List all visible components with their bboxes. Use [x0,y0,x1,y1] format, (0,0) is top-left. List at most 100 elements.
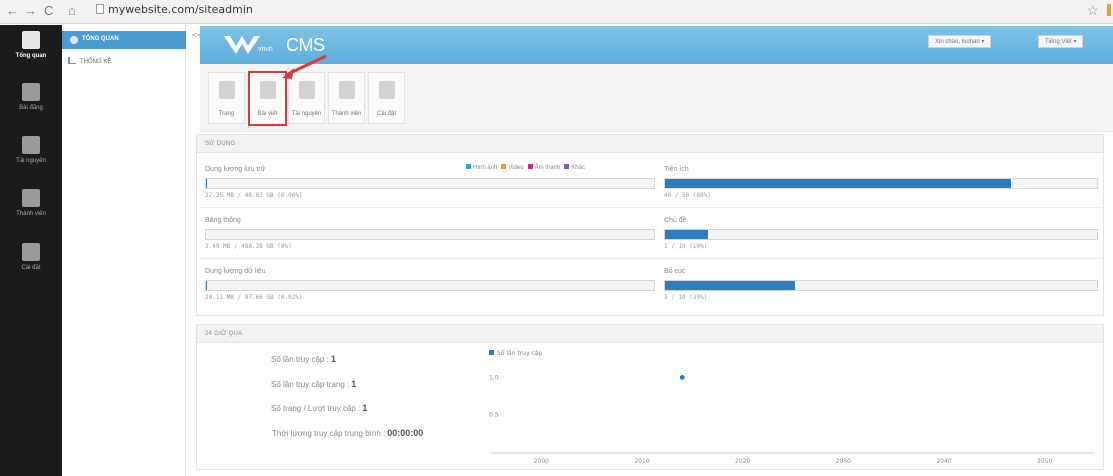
members-icon [22,189,40,207]
usage-progress-bar [205,229,655,240]
sub-sidebar-item-overview[interactable]: TỔNG QUAN [62,31,186,49]
sidebar-item-4[interactable]: Thành viên [0,189,62,217]
row-divider [199,207,661,208]
sidebar-item-label: Bài đăng [19,105,43,111]
row-divider [658,207,1104,208]
page-icon [96,4,104,14]
legend-label: Khác [571,165,585,171]
usage-progress-bar [664,229,1098,240]
stat-item: Thời lượng truy cập trung bình :00:00:00 [272,428,423,438]
reload-icon[interactable]: C [44,3,53,18]
sidebar-item-1[interactable]: Tổng quan [0,31,62,59]
back-icon[interactable]: ← [6,3,19,18]
x-tick-label: 2050 [1037,458,1052,465]
stat-label: Số lần truy cập : [271,355,329,364]
usage-panel-title: SỬ DỤNG [197,135,1103,153]
usage-row-value: 32.25 MB / 48.83 GB (0.06%) [205,192,303,199]
browser-toolbar: ← → C ⌂ mywebsite.com/siteadmin ☆ [0,0,1113,24]
usage-row-value: 40 / 50 (80%) [664,192,711,199]
usage-progress-bar [664,280,1098,291]
toolbar-button-1[interactable]: Trang [208,72,245,124]
legend-label: Hình ảnh [473,165,498,171]
sub-sidebar: TỔNG QUAN THỐNG KÊ [62,25,186,476]
user-menu-button[interactable]: Xin chào, loohan ▾ [928,35,992,48]
stat-label: Số lần truy cập trang : [271,380,350,389]
legend-swatch [527,164,533,169]
address-bar[interactable]: mywebsite.com/siteadmin [96,3,253,16]
row-divider [199,258,661,259]
toolbar-button-5[interactable]: Cài đặt [368,72,405,124]
legend-swatch [489,350,494,355]
red-arrow-annotation [282,54,327,79]
sidebar-item-5[interactable]: Cài đặt [0,243,62,271]
forward-icon[interactable]: → [24,3,37,18]
pencil-icon [259,81,276,99]
members-icon [338,81,355,99]
sub-sidebar-item-statistics[interactable]: THỐNG KÊ [68,57,111,65]
media-icon [298,81,315,99]
usage-row-value: 1 / 10 (10%) [664,243,708,250]
y-tick-label: 1.0 [489,374,499,381]
usage-row-label: Chủ đề [664,217,687,224]
toolbar-button-4[interactable]: Thành viên [328,72,365,124]
stat-value: 1 [362,403,368,413]
legend-swatch [466,164,471,169]
usage-legend: Hình ảnh Video Âm thanh Khác [462,164,585,171]
url-text: mywebsite.com/siteadmin [108,3,253,16]
legend-swatch [501,164,507,169]
media-icon [22,136,40,154]
sidebar-item-3[interactable]: Tài nguyên [0,136,62,164]
legend-swatch [564,164,570,169]
toolbar-button-label: Bài viết [257,111,278,117]
page-icon [218,81,235,99]
app-header: vnvn CMS Xin chào, loohan ▾ Tiếng Việt ▾ [200,26,1113,64]
bookmark-star-icon[interactable]: ☆ [1086,2,1099,19]
legend-label: Video [508,165,524,171]
x-tick-label: 2010 [634,458,649,465]
toolbar-button-label: Thành viên [331,111,362,117]
home-icon[interactable]: ⌂ [68,3,76,18]
stat-value: 00:00:00 [387,428,424,438]
stat-item: Số lần truy cập :1 [271,354,336,364]
usage-progress-fill [665,230,709,239]
usage-progress-bar [205,178,655,189]
stat-item: Số trang / Lượt truy cập :1 [271,403,367,413]
overview-icon [70,36,78,44]
home-icon [22,31,40,49]
toolbar-button-label: Tài nguyên [291,111,322,117]
sub-sidebar-label: THỐNG KÊ [80,59,112,65]
toolbar-button-label: Cài đặt [376,111,396,117]
stat-item: Số lần truy cập trang :1 [271,379,356,389]
sidebar-item-label: Tài nguyên [16,158,46,164]
main-sidebar: Tổng quan Bài đăng Tài nguyên Thành viên Cài… [0,25,62,476]
usage-row-label: Băng thông [205,217,241,224]
visits-chart: 2000 2010 2020 2030 2040 2050 0.5 1.0 Số lần tru… [489,349,1095,465]
usage-row-label: Bố cục [664,268,686,275]
sidebar-item-label: Cài đặt [21,265,41,271]
usage-row-value: 3.49 MB / 488.28 GB (0%) [205,243,292,250]
language-menu-button[interactable]: Tiếng Việt ▾ [1038,35,1084,48]
stat-value: 1 [351,379,357,389]
usage-progress-fill [665,179,1011,188]
stat-value: 1 [330,354,336,364]
chart-icon [68,57,76,64]
row-divider [658,258,1104,259]
x-tick-label: 2030 [836,458,851,465]
content-toolbar: Trang Bài viết Tài nguyên Thành viên Cài đặt [200,64,1113,132]
wrench-icon [378,81,395,99]
usage-row-label: Dung lượng dữ liệu [205,268,266,275]
data-point [679,375,685,380]
stat-label: Số trang / Lượt truy cập : [271,404,361,413]
browser-menu-icon[interactable] [1107,4,1111,16]
sidebar-item-2[interactable]: Bài đăng [0,83,62,111]
usage-row-value: 3 / 10 (30%) [664,294,708,301]
document-icon [22,83,40,101]
usage-progress-fill [665,281,795,290]
chart-legend-label: Số lần truy cập [497,349,542,357]
x-tick-label: 2000 [534,458,549,465]
stat-label: Thời lượng truy cập trung bình : [272,429,386,438]
sub-sidebar-label: TỔNG QUAN [82,36,119,42]
usage-row-label: Dung lượng lưu trữ [205,166,266,173]
usage-row-value: 20.11 MB / 97.66 GB (0.02%) [205,294,303,301]
x-tick-label: 2040 [936,458,951,465]
